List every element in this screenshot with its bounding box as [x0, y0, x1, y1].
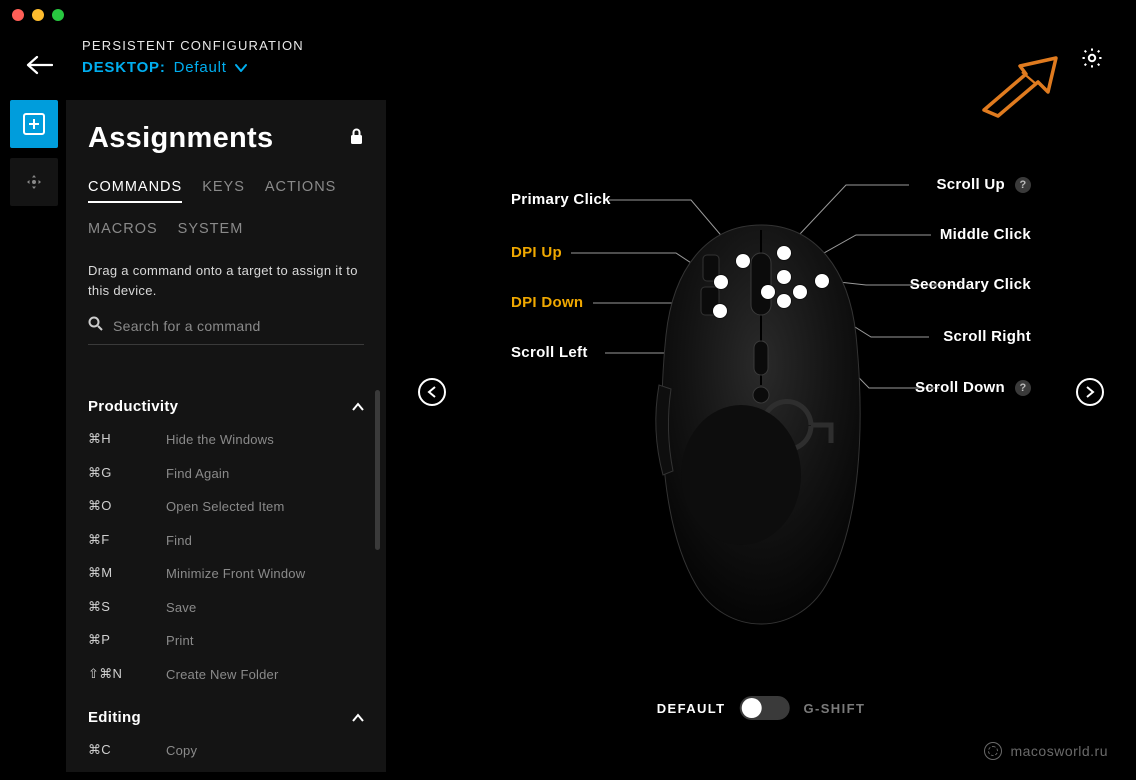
- shortcut: ⌘O: [88, 498, 142, 514]
- prev-device-button[interactable]: [418, 378, 446, 406]
- profile-prefix: DESKTOP:: [82, 59, 166, 76]
- section-editing[interactable]: Editing: [88, 709, 364, 726]
- tab-actions[interactable]: ACTIONS: [265, 179, 336, 203]
- shortcut: ⌘S: [88, 599, 142, 615]
- chevron-up-icon: [352, 713, 364, 723]
- command-item[interactable]: ⌘H Hide the Windows: [88, 423, 364, 457]
- command-item[interactable]: ⌘G Find Again: [88, 457, 364, 491]
- target-middle-click[interactable]: [777, 270, 791, 284]
- command-item[interactable]: ⌘P Print: [88, 624, 364, 658]
- tabs: COMMANDS KEYS ACTIONS MACROS SYSTEM: [88, 179, 364, 243]
- target-secondary-click[interactable]: [815, 274, 829, 288]
- mouse-diagram: Primary Click DPI Up DPI Down Scroll Lef…: [471, 140, 1051, 660]
- command-item[interactable]: ⌘ASelect All: [88, 768, 364, 772]
- search-icon: [88, 316, 103, 336]
- section-title: Productivity: [88, 398, 178, 415]
- command-item[interactable]: ⌘S Save: [88, 591, 364, 625]
- tab-macros[interactable]: MACROS: [88, 221, 158, 243]
- rail-add-button[interactable]: [10, 100, 58, 148]
- shortcut: ⇧⌘N: [88, 666, 142, 682]
- command-item[interactable]: ⌘M Minimize Front Window: [88, 557, 364, 591]
- callout-scroll-up[interactable]: Scroll Up?: [936, 176, 1031, 193]
- shortcut: ⌘M: [88, 565, 142, 581]
- section-title: Editing: [88, 709, 141, 726]
- callout-scroll-right[interactable]: Scroll Right: [943, 328, 1031, 345]
- tab-keys[interactable]: KEYS: [202, 179, 245, 203]
- section-productivity[interactable]: Productivity: [88, 398, 364, 415]
- command-label: Find: [166, 532, 192, 550]
- command-label: Open Selected Item: [166, 498, 285, 516]
- window-zoom-button[interactable]: [52, 9, 64, 21]
- watermark-icon: [984, 742, 1002, 760]
- hint-text: Drag a command onto a target to assign i…: [88, 261, 364, 300]
- search-input[interactable]: [113, 318, 364, 334]
- window-close-button[interactable]: [12, 9, 24, 21]
- command-label: Minimize Front Window: [166, 565, 305, 583]
- mode-default-label[interactable]: DEFAULT: [657, 701, 726, 716]
- chevron-up-icon: [352, 402, 364, 412]
- profile-name: Default: [174, 59, 227, 76]
- callout-secondary-click[interactable]: Secondary Click: [910, 276, 1031, 293]
- config-label: PERSISTENT CONFIGURATION: [82, 38, 304, 53]
- help-icon[interactable]: ?: [1015, 380, 1031, 396]
- back-button[interactable]: [24, 50, 54, 80]
- command-label: Copy: [166, 742, 197, 760]
- callout-scroll-down[interactable]: Scroll Down?: [915, 379, 1031, 396]
- command-label: Save: [166, 599, 196, 617]
- command-label: Find Again: [166, 465, 229, 483]
- shortcut: ⌘P: [88, 632, 142, 648]
- watermark: macosworld.ru: [984, 742, 1108, 760]
- lock-icon[interactable]: [349, 128, 364, 150]
- shortcut: ⌘F: [88, 532, 142, 548]
- target-dpi-down[interactable]: [713, 304, 727, 318]
- command-item[interactable]: ⇧⌘N Create New Folder: [88, 658, 364, 692]
- command-label: Print: [166, 632, 194, 650]
- window-minimize-button[interactable]: [32, 9, 44, 21]
- assignments-panel: Assignments COMMANDS KEYS ACTIONS MACROS…: [66, 100, 386, 772]
- command-item[interactable]: ⌘F Find: [88, 524, 364, 558]
- target-scroll-right[interactable]: [793, 285, 807, 299]
- target-scroll-left[interactable]: [761, 285, 775, 299]
- help-icon[interactable]: ?: [1015, 177, 1031, 193]
- callout-scroll-left[interactable]: Scroll Left: [511, 344, 588, 361]
- target-dpi-up[interactable]: [714, 275, 728, 289]
- mode-gshift-label[interactable]: G-SHIFT: [803, 701, 865, 716]
- target-primary-click[interactable]: [736, 254, 750, 268]
- callout-dpi-down[interactable]: DPI Down: [511, 294, 583, 311]
- command-item[interactable]: ⌘O Open Selected Item: [88, 490, 364, 524]
- settings-button[interactable]: [1080, 46, 1104, 75]
- command-list[interactable]: Productivity ⌘H Hide the Windows ⌘G Find A…: [66, 380, 386, 772]
- callout-primary-click[interactable]: Primary Click: [511, 191, 611, 208]
- callout-middle-click[interactable]: Middle Click: [940, 226, 1031, 243]
- gshift-toggle[interactable]: [739, 696, 789, 720]
- command-label: Create New Folder: [166, 666, 279, 684]
- command-item[interactable]: ⌘C Copy: [88, 734, 364, 768]
- tab-system[interactable]: SYSTEM: [178, 221, 244, 243]
- shortcut: ⌘G: [88, 465, 142, 481]
- command-label: Hide the Windows: [166, 431, 274, 449]
- scrollbar[interactable]: [375, 390, 380, 550]
- target-scroll-down[interactable]: [777, 294, 791, 308]
- callout-dpi-up[interactable]: DPI Up: [511, 244, 562, 261]
- shortcut: ⌘H: [88, 431, 142, 447]
- shortcut: ⌘C: [88, 742, 142, 758]
- chevron-down-icon: [235, 63, 247, 73]
- tab-commands[interactable]: COMMANDS: [88, 179, 182, 203]
- panel-title: Assignments: [88, 122, 273, 155]
- target-scroll-up[interactable]: [777, 246, 791, 260]
- profile-selector[interactable]: DESKTOP: Default: [82, 59, 304, 76]
- rail-move-button[interactable]: [10, 158, 58, 206]
- next-device-button[interactable]: [1076, 378, 1104, 406]
